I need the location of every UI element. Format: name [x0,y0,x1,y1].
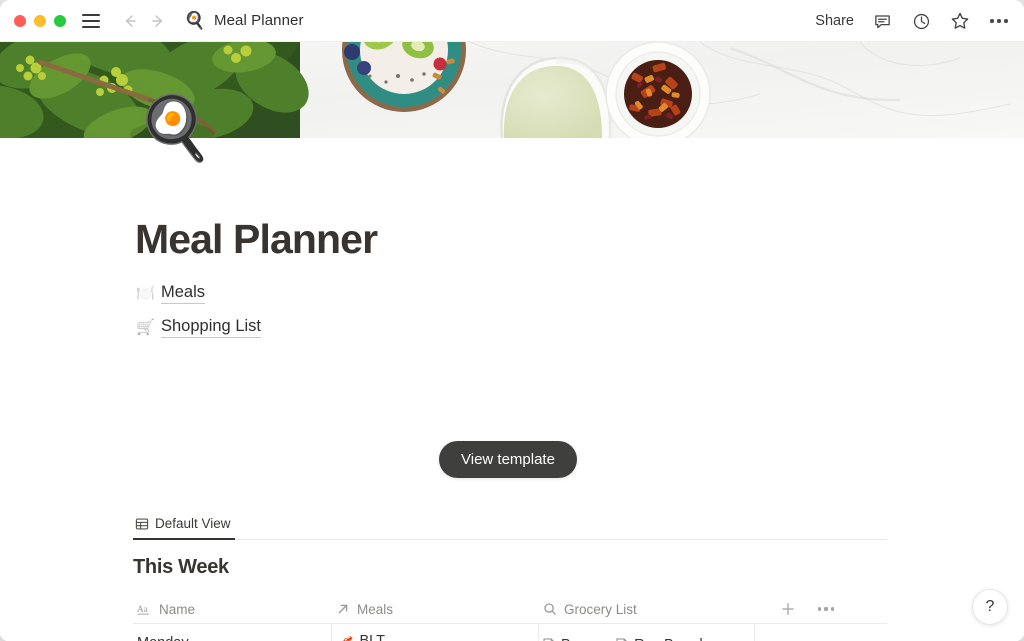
grocery-item[interactable]: Bacon [543,633,602,641]
database-view-tabs: Default View [133,510,887,540]
cell-empty [755,624,887,641]
clock-icon[interactable] [910,10,932,32]
grocery-item[interactable]: Rye Bread [616,633,703,641]
title-bar-actions: Share [815,0,1010,42]
table-icon [135,517,149,531]
forward-arrow-icon[interactable] [146,9,170,33]
tab-label: Default View [155,516,231,531]
column-header-grocery-list[interactable]: Grocery List [539,595,755,623]
traffic-lights [14,14,66,27]
page-icon-pan-icon[interactable]: 🍳 [136,98,213,160]
back-arrow-icon[interactable] [118,9,142,33]
cell-grocery-list[interactable]: Bacon Rye Bread [539,624,755,641]
column-label: Grocery List [564,601,637,617]
view-template-button[interactable]: View template [439,441,577,478]
page-links: 🍽️ Meals 🛒 Shopping List [136,280,261,348]
svg-text:Aa: Aa [137,604,148,614]
title-bar: 🍳 Meal Planner Share [0,0,1024,42]
relation-arrow-icon [336,602,350,616]
plate-icon: 🍽️ [136,284,155,302]
table-header-row: Aa Name Meals Grocery List [133,595,887,624]
page-title: Meal Planner [135,216,378,262]
rollup-items: Bacon Rye Bread [543,633,746,641]
table-more-options-button[interactable] [817,600,835,618]
page-link-label: Shopping List [161,317,261,338]
relation-label: BLT [359,633,385,641]
star-icon[interactable] [949,10,971,32]
cell-name[interactable]: Monday [133,624,332,641]
database-heading: This Week [133,556,229,578]
minimize-window-button[interactable] [34,14,46,27]
database-block: Default View This Week Aa Name Meals Gro… [133,510,887,641]
document-title: Meal Planner [214,12,304,29]
cart-icon: 🛒 [136,318,155,336]
column-label: Name [159,601,196,617]
column-header-meals[interactable]: Meals [332,595,539,623]
relation-item-blt[interactable]: 🥓 BLT [336,633,385,641]
cell-meals[interactable]: 🥓 BLT [332,624,539,641]
database-table: Aa Name Meals Grocery List BLT [133,595,887,641]
more-options-icon[interactable] [988,10,1010,32]
close-window-button[interactable] [14,14,26,27]
page-link-shopping-list[interactable]: 🛒 Shopping List [136,314,261,340]
page-body: 🍳 Meal Planner 🍽️ Meals 🛒 Shopping List … [0,98,1024,641]
table-row: Monday 🥓 BLT [133,624,887,641]
bacon-icon: 🥓 [336,635,353,641]
comment-icon[interactable] [871,10,893,32]
help-button[interactable]: ? [972,589,1008,625]
column-header-name[interactable]: Aa Name [133,595,332,623]
page-link-meals[interactable]: 🍽️ Meals [136,280,261,306]
table-header-actions [779,600,835,618]
rollup-search-icon [543,602,557,616]
share-button[interactable]: Share [815,13,854,29]
tab-default-view[interactable]: Default View [133,516,235,540]
page-link-label: Meals [161,283,206,304]
text-property-icon: Aa [137,603,152,616]
hamburger-menu-icon[interactable] [82,13,100,28]
maximize-window-button[interactable] [54,14,66,27]
column-label: Meals [357,601,394,617]
add-property-button[interactable] [779,600,797,618]
favicon-pan-icon: 🍳 [184,10,206,30]
app-window: 🍳 Meal Planner Share 🍳 Meal Planner 🍽️ M… [0,0,1024,641]
row-name-link[interactable]: Monday [137,635,189,641]
